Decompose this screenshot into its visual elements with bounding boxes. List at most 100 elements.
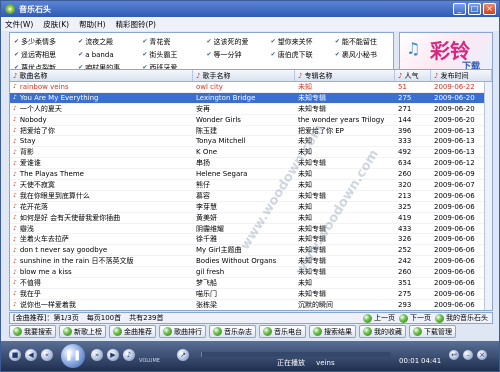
category-item[interactable]: ✔ 遥远寄相思 bbox=[10, 49, 74, 60]
album-cell: 未知 bbox=[298, 137, 312, 146]
category-item[interactable]: ✔ 等一分钟 bbox=[202, 49, 266, 60]
title-bar: 音乐石头 _ □ × bbox=[1, 1, 499, 17]
singer-cell: Wonder Girls bbox=[196, 115, 241, 124]
close-button[interactable]: × bbox=[483, 3, 496, 15]
next-page-button[interactable]: 下一页 bbox=[399, 313, 431, 323]
category-item[interactable]: ✔ 望你来关怀 bbox=[267, 36, 331, 47]
category-item[interactable]: ✔ 这该死的爱 bbox=[202, 36, 266, 47]
minimize-player-icon[interactable]: – bbox=[463, 350, 473, 360]
maximize-button[interactable]: □ bbox=[468, 3, 481, 15]
action-button-0[interactable]: 我要搜索 bbox=[9, 325, 56, 338]
date-cell: 2009-06-06 bbox=[434, 289, 475, 298]
table-row[interactable]: ♪ 天使不寂寞 熊仔 未知 320 2009-06-07 bbox=[10, 180, 492, 191]
action-bar: 我要搜索 新歌上榜 金曲推荐 歌曲排行 音乐杂志 音乐电台 搜索结果 我的收藏 下载管理 bbox=[9, 324, 493, 339]
status-section: [金曲推荐]：第1/3页 bbox=[13, 314, 79, 322]
column-date[interactable]: ♪ 发布时间 bbox=[431, 70, 492, 81]
table-row[interactable]: ♪ 说你也一样爱着我 张栋梁 沉默的瞬间 293 2009-06-06 bbox=[10, 300, 492, 310]
category-item[interactable]: ✔ 青花瓷 bbox=[138, 36, 202, 47]
date-cell: 2009-06-06 bbox=[434, 235, 475, 244]
category-item[interactable]: ✔ 多少柔情多 bbox=[10, 36, 74, 47]
popularity-cell: 433 bbox=[398, 224, 412, 233]
table-row[interactable]: ♪ 坐着火车去拉萨 徐千雅 未知专辑 326 2009-06-06 bbox=[10, 234, 492, 246]
action-button-6[interactable]: 搜索结果 bbox=[309, 325, 356, 338]
column-song[interactable]: ♪ 歌曲名称 bbox=[10, 70, 193, 81]
album-cell: 未知专辑 bbox=[298, 257, 326, 266]
table-row[interactable]: ♪ 瓣浅 阴霾维耀 未知专辑 433 2009-06-06 bbox=[10, 224, 492, 235]
status-total: 共有239首 bbox=[129, 314, 164, 322]
table-row[interactable]: ♪ blow me a kiss gil fresh 未知专辑 260 2009-06-0… bbox=[10, 267, 492, 279]
music-note-icon: ♪ bbox=[13, 214, 17, 222]
song-table: ♪ 歌曲名称 ♪ 歌手名称 ♪ 专辑名称 ♪ 人气 ♪ 发布时间 ♪ rainbow vei… bbox=[9, 69, 493, 311]
action-button-8[interactable]: 下载管理 bbox=[409, 325, 456, 338]
date-cell: 2009-06-06 bbox=[434, 191, 475, 200]
category-item[interactable]: ✔ 能不能留住 bbox=[331, 36, 393, 47]
prev-page-button[interactable]: 上一页 bbox=[363, 313, 395, 323]
singer-cell: Bodies Without Organs bbox=[196, 257, 277, 266]
back-icon[interactable]: ↩ bbox=[449, 350, 459, 360]
category-item[interactable]: ✔ 裹风小秘书 bbox=[331, 49, 393, 60]
progress-bar[interactable] bbox=[201, 352, 391, 357]
table-row[interactable]: ♪ 把爱给了你 陈玉建 把爱给了你 EP 396 2009-06-13 bbox=[10, 126, 492, 137]
singer-cell: 梦飞船 bbox=[196, 278, 217, 287]
action-button-1[interactable]: 新歌上榜 bbox=[59, 325, 106, 338]
table-row[interactable]: ♪ 我在你眼里到底算什么 慕容 未知专辑 213 2009-06-06 bbox=[10, 191, 492, 202]
category-item[interactable]: ✔ a banda bbox=[74, 49, 138, 60]
music-note-icon: ♪ bbox=[13, 268, 17, 276]
forward-button[interactable]: » bbox=[91, 349, 103, 361]
pause-button[interactable]: ❚❚ bbox=[61, 344, 85, 368]
table-row[interactable]: ♪ Stay Tonya Mitchell 未知 333 2009-06-13 bbox=[10, 136, 492, 148]
column-singer[interactable]: ♪ 歌手名称 bbox=[193, 70, 295, 81]
column-popularity[interactable]: ♪ 人气 bbox=[395, 70, 431, 81]
my-music-stone-button[interactable]: 我的音乐石头 bbox=[435, 313, 488, 323]
table-row[interactable]: ♪ Nobody Wonder Girls the wonder years Tril… bbox=[10, 115, 492, 126]
table-row[interactable]: ♪ 花开花落 李芽慧 未知 325 2009-06-06 bbox=[10, 202, 492, 213]
menu-file[interactable]: 文件(W) bbox=[5, 19, 33, 30]
table-row[interactable]: ♪ 如何是好 会有天使替我爱你插曲 黄美妍 未知 419 2009-06-06 bbox=[10, 213, 492, 224]
action-button-7[interactable]: 我的收藏 bbox=[359, 325, 406, 338]
table-row[interactable]: ♪ 一个人的夏天 安再 未知专辑 271 2009-06-20 bbox=[10, 104, 492, 115]
category-item[interactable]: ✔ 唐伯虎下联 bbox=[267, 49, 331, 60]
menu-ringtone[interactable]: 精彩图铃(P) bbox=[116, 19, 156, 30]
rewind-button[interactable]: « bbox=[41, 349, 53, 361]
category-item[interactable]: ✔ 街头霸王 bbox=[138, 49, 202, 60]
action-button-3[interactable]: 歌曲排行 bbox=[159, 325, 206, 338]
menu-skin[interactable]: 皮肤(K) bbox=[43, 19, 69, 30]
menu-help[interactable]: 帮助(H) bbox=[79, 19, 106, 30]
date-cell: 2009-06-06 bbox=[434, 246, 475, 255]
table-row[interactable]: ♪ 不值得 梦飞船 未知 351 2009-06-06 bbox=[10, 278, 492, 289]
song-cell: ♪ 不值得 bbox=[13, 278, 41, 287]
table-row[interactable]: ♪ The Playas Theme Helene Segara 未知 260 2009-… bbox=[10, 169, 492, 181]
action-button-5[interactable]: 音乐电台 bbox=[259, 325, 306, 338]
heart-icon bbox=[363, 327, 372, 336]
music-note-icon: ♪ bbox=[398, 71, 403, 80]
elapsed-time: 00:01 bbox=[399, 357, 420, 365]
table-row[interactable]: ♪ 我在乎 喵乐门 未知专辑 275 2009-06-06 bbox=[10, 289, 492, 300]
category-item[interactable]: ✔ 流夜之殿 bbox=[74, 36, 138, 47]
table-row[interactable]: ♪ 背影 K One 未知 492 2009-06-13 bbox=[10, 147, 492, 159]
ringtone-banner[interactable]: ♫ 彩铃 下载 bbox=[399, 32, 493, 74]
volume-knob[interactable]: ↗ bbox=[177, 349, 189, 361]
date-cell: 2009-06-13 bbox=[434, 126, 475, 135]
close-player-icon[interactable]: × bbox=[477, 350, 487, 360]
next-track-button[interactable]: ▶ bbox=[107, 349, 119, 361]
prev-track-button[interactable]: ◀ bbox=[25, 349, 37, 361]
table-row[interactable]: ♪ 爱谁谁 串扬 未知专辑 634 2009-06-12 bbox=[10, 158, 492, 170]
stop-button[interactable]: ■ bbox=[9, 349, 21, 361]
column-album[interactable]: ♪ 专辑名称 bbox=[295, 70, 395, 81]
table-body: ♪ rainbow veins owl city 未知 51 2009-06-22 ♪ You… bbox=[10, 82, 492, 310]
table-row[interactable]: ♪ You Are My Everything Lexington Bridge 未知… bbox=[10, 92, 492, 104]
scrollbar[interactable] bbox=[484, 82, 492, 310]
mute-button[interactable]: ♪ bbox=[123, 349, 135, 361]
song-cell: ♪ 背影 bbox=[13, 148, 34, 157]
progress-fill bbox=[201, 352, 202, 357]
table-row[interactable]: ♪ sunshine in the rain 日不落英文版 Bodies Witho… bbox=[10, 256, 492, 268]
action-button-4[interactable]: 音乐杂志 bbox=[209, 325, 256, 338]
action-button-2[interactable]: 金曲推荐 bbox=[109, 325, 156, 338]
popularity-cell: 293 bbox=[398, 300, 412, 309]
table-row[interactable]: ♪ don t never say goodbye My Girl主题曲 未知专辑 25… bbox=[10, 245, 492, 257]
music-note-icon: ♪ bbox=[13, 290, 17, 298]
music-note-icon: ♪ bbox=[13, 192, 17, 200]
table-row[interactable]: ♪ rainbow veins owl city 未知 51 2009-06-22 bbox=[10, 82, 492, 93]
singer-cell: 慕容 bbox=[196, 191, 210, 200]
minimize-button[interactable]: _ bbox=[453, 3, 466, 15]
